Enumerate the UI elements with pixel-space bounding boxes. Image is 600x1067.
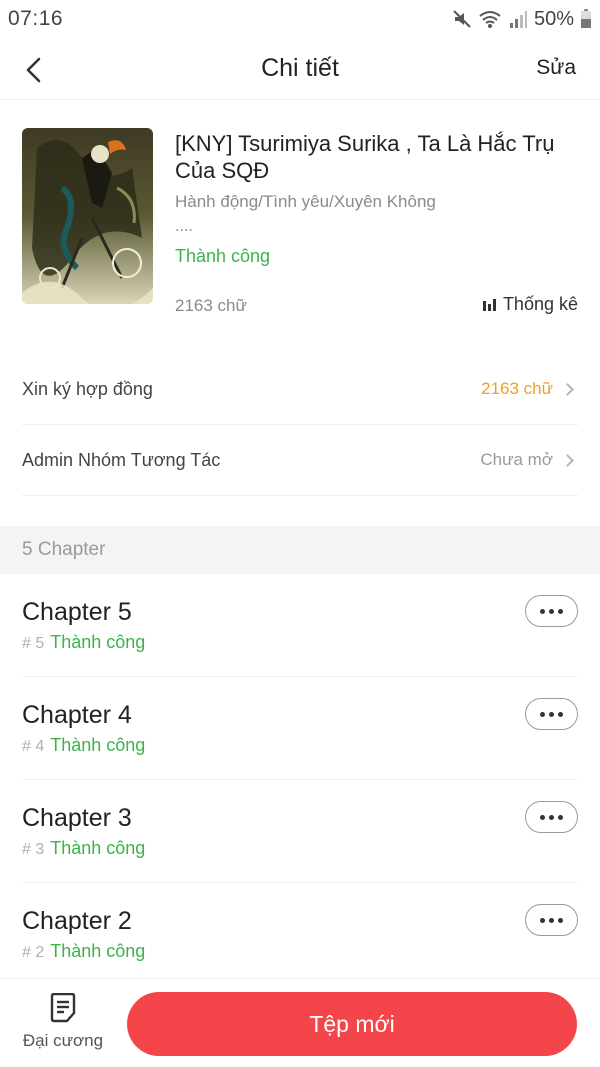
dot-icon xyxy=(540,608,545,614)
contract-label: Xin ký hợp đồng xyxy=(22,378,153,399)
wifi-icon xyxy=(479,11,501,28)
page-title: Chi tiết xyxy=(261,54,339,82)
mute-icon xyxy=(453,10,471,28)
dot-icon xyxy=(549,814,554,820)
chapter-status: Thành công xyxy=(50,941,146,961)
contract-row[interactable]: Xin ký hợp đồng 2163 chữ xyxy=(22,354,578,425)
bar-chart-icon xyxy=(482,298,496,311)
admin-group-value: Chưa mở xyxy=(480,450,553,469)
chevron-right-icon xyxy=(561,453,574,467)
book-status: Thành công xyxy=(175,246,271,266)
chapter-meta: # 3 Thành công xyxy=(22,838,145,859)
book-title: [KNY] Tsurimiya Surika , Ta Là Hắc Trụ C… xyxy=(175,131,555,183)
dot-icon xyxy=(549,917,554,923)
chevron-right-icon xyxy=(561,382,574,396)
chapter-title: Chapter 4 xyxy=(22,701,132,729)
chapters-count-header: 5 Chapter xyxy=(0,526,600,574)
dot-icon xyxy=(558,814,563,820)
contract-value-group: 2163 chữ xyxy=(481,379,578,399)
book-cover-image xyxy=(22,128,153,304)
chapter-status: Thành công xyxy=(50,838,146,858)
dot-icon xyxy=(540,917,545,923)
dot-icon xyxy=(549,711,554,717)
signal-icon xyxy=(509,11,527,28)
chapter-title: Chapter 3 xyxy=(22,804,132,832)
edit-button[interactable]: Sửa xyxy=(536,56,576,80)
chapter-item[interactable]: Chapter 3 # 3 Thành công xyxy=(22,780,578,883)
chapter-status: Thành công xyxy=(50,632,146,652)
navigation-bar: Chi tiết Sửa xyxy=(0,38,600,100)
chapter-number: # 2 xyxy=(22,944,45,961)
book-genres: Hành động/Tình yêu/Xuyên Không xyxy=(175,192,436,211)
status-icons: 50% xyxy=(452,8,592,31)
dot-icon xyxy=(540,711,545,717)
contract-value: 2163 chữ xyxy=(481,379,553,398)
more-options-button[interactable] xyxy=(525,801,578,833)
book-cover[interactable] xyxy=(22,128,153,304)
status-bar: 07:16 50% xyxy=(0,0,600,38)
dot-icon xyxy=(549,608,554,614)
new-file-button[interactable]: Tệp mới xyxy=(127,992,577,1056)
chapter-meta: # 2 Thành công xyxy=(22,941,145,962)
dot-icon xyxy=(558,917,563,923)
dot-icon xyxy=(540,814,545,820)
chapter-item[interactable]: Chapter 5 # 5 Thành công xyxy=(22,574,578,677)
statistics-label: Thống kê xyxy=(502,294,578,314)
battery-icon xyxy=(581,9,591,28)
outline-label: Đại cương xyxy=(22,1031,104,1050)
chapter-meta: # 5 Thành công xyxy=(22,632,145,653)
document-icon xyxy=(50,993,76,1023)
admin-group-label: Admin Nhóm Tương Tác xyxy=(22,449,221,470)
chapter-number: # 3 xyxy=(22,841,45,858)
chapter-title: Chapter 2 xyxy=(22,907,132,935)
more-options-button[interactable] xyxy=(525,698,578,730)
status-time: 07:16 xyxy=(8,7,64,30)
chapter-item[interactable]: Chapter 2 # 2 Thành công xyxy=(22,883,578,986)
book-word-count: 2163 chữ xyxy=(175,296,247,315)
admin-group-row[interactable]: Admin Nhóm Tương Tác Chưa mở xyxy=(22,425,578,496)
bottom-bar: Đại cương Tệp mới xyxy=(0,978,600,1067)
more-options-button[interactable] xyxy=(525,904,578,936)
outline-button[interactable]: Đại cương xyxy=(18,993,108,1059)
book-info: [KNY] Tsurimiya Surika , Ta Là Hắc Trụ C… xyxy=(22,128,578,318)
statistics-button[interactable]: Thống kê xyxy=(482,294,578,315)
chapter-number: # 5 xyxy=(22,635,45,652)
battery-percent: 50% xyxy=(533,7,574,30)
dot-icon xyxy=(558,608,563,614)
dot-icon xyxy=(558,711,563,717)
book-summary: .... xyxy=(175,218,193,235)
chapter-number: # 4 xyxy=(22,738,45,755)
chapter-title: Chapter 5 xyxy=(22,598,132,626)
chapter-item[interactable]: Chapter 4 # 4 Thành công xyxy=(22,677,578,780)
chapter-status: Thành công xyxy=(50,735,146,755)
admin-group-value-group: Chưa mở xyxy=(480,450,578,470)
chapter-meta: # 4 Thành công xyxy=(22,735,145,756)
more-options-button[interactable] xyxy=(525,595,578,627)
